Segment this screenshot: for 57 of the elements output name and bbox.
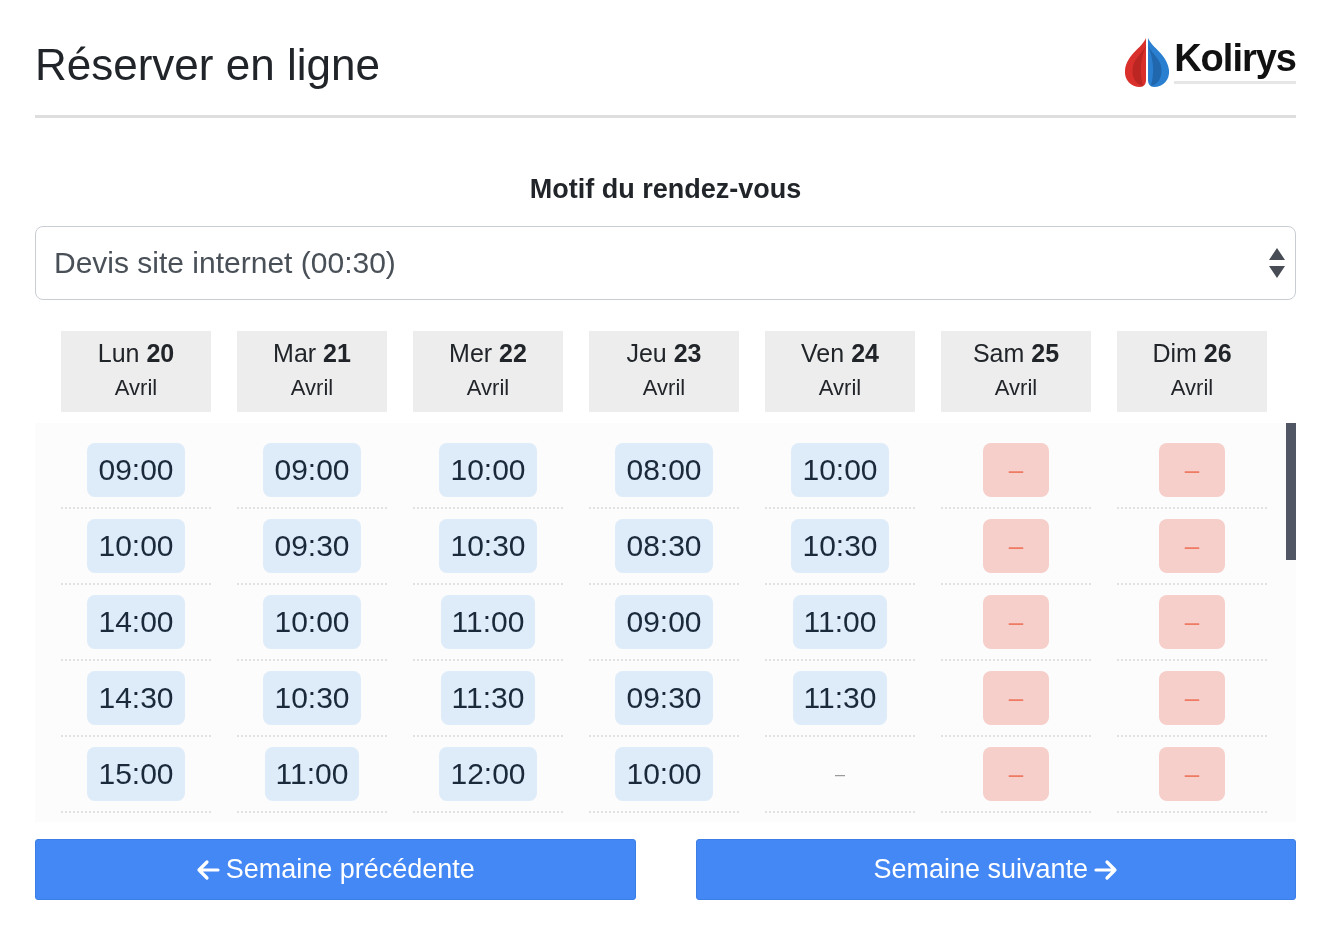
day-name: Mar 21	[273, 338, 351, 369]
day-name: Ven 24	[801, 338, 879, 369]
day-month: Avril	[114, 374, 158, 402]
time-slot-button[interactable]: 09:30	[263, 519, 361, 573]
day-month: Avril	[642, 374, 686, 402]
time-slot-button[interactable]: 10:00	[615, 747, 713, 801]
day-name: Sam 25	[972, 338, 1060, 369]
page-title: Réserver en ligne	[35, 41, 380, 90]
day-month: Avril	[994, 374, 1038, 402]
scrollbar-thumb[interactable]	[1286, 423, 1296, 560]
left-arrow-icon	[195, 858, 220, 881]
time-slot-button[interactable]: 10:00	[87, 519, 185, 573]
time-slot-button[interactable]: 10:00	[791, 443, 889, 497]
time-slot-button[interactable]: 08:00	[615, 443, 713, 497]
unavailable-slot: –	[983, 671, 1049, 725]
unavailable-slot: –	[1159, 443, 1225, 497]
right-arrow-icon	[1094, 858, 1119, 881]
up-down-caret-icon	[1269, 248, 1285, 278]
logo-wordmark: Kolirys	[1174, 39, 1296, 84]
time-slot-button[interactable]: 10:30	[263, 671, 361, 725]
time-slot-button[interactable]: 10:30	[791, 519, 889, 573]
day-name: Dim 26	[1152, 338, 1232, 369]
time-slot-button[interactable]: 10:30	[439, 519, 537, 573]
day-name: Mer 22	[449, 338, 527, 369]
time-slot-button[interactable]: 09:30	[615, 671, 713, 725]
empty-slot-dash: –	[835, 763, 845, 785]
day-month: Avril	[466, 374, 510, 402]
time-slot-button[interactable]: 09:00	[263, 443, 361, 497]
time-slot-button[interactable]: 11:30	[440, 671, 536, 725]
day-name: Jeu 23	[626, 338, 702, 369]
time-slot-button[interactable]: 11:00	[440, 595, 536, 649]
reason-select[interactable]: Devis site internet (00:30)	[35, 226, 1296, 300]
time-slot-button[interactable]: 11:30	[792, 671, 888, 725]
time-slot-button[interactable]: 14:00	[87, 595, 185, 649]
time-slot-button[interactable]: 08:30	[615, 519, 713, 573]
time-slot-button[interactable]: 09:00	[615, 595, 713, 649]
unavailable-slot: –	[983, 443, 1049, 497]
unavailable-slot: –	[983, 747, 1049, 801]
time-slot-button[interactable]: 15:00	[87, 747, 185, 801]
time-slot-button[interactable]: 12:00	[439, 747, 537, 801]
unavailable-slot: –	[1159, 747, 1225, 801]
time-slot-button[interactable]: 10:00	[439, 443, 537, 497]
unavailable-slot: –	[1159, 519, 1225, 573]
unavailable-slot: –	[983, 519, 1049, 573]
time-slot-button[interactable]: 14:30	[87, 671, 185, 725]
unavailable-slot: –	[983, 595, 1049, 649]
unavailable-slot: –	[1159, 671, 1225, 725]
time-slot-button[interactable]: 10:00	[263, 595, 361, 649]
day-name: Lun 20	[97, 338, 175, 369]
time-slot-button[interactable]: 11:00	[264, 747, 360, 801]
day-month: Avril	[818, 374, 862, 402]
time-slot-button[interactable]: 09:00	[87, 443, 185, 497]
time-slot-button[interactable]: 11:00	[792, 595, 888, 649]
unavailable-slot: –	[1159, 595, 1225, 649]
day-month: Avril	[290, 374, 334, 402]
day-month: Avril	[1170, 374, 1214, 402]
reason-label: Motif du rendez-vous	[529, 174, 802, 204]
